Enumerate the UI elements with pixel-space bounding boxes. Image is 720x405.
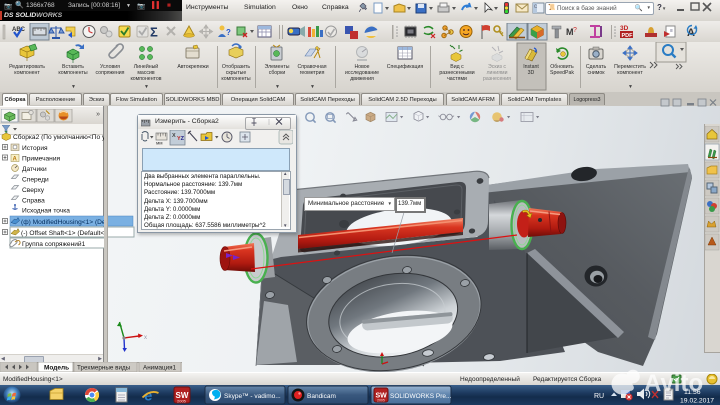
svg-text:2005: 2005 [377, 399, 385, 403]
svg-text:мм: мм [156, 142, 163, 147]
svg-text:История: История [22, 145, 48, 152]
svg-text:Справа: Справа [22, 198, 45, 205]
svg-text:Трехмерные виды: Трехмерные виды [77, 365, 131, 372]
svg-text:3D: 3D [620, 25, 629, 32]
svg-text:Исходная точка: Исходная точка [22, 208, 70, 215]
svg-text:≡: ≡ [670, 28, 673, 34]
svg-text:Σ: Σ [150, 25, 158, 40]
svg-text:Bandicam: Bandicam [307, 393, 336, 400]
svg-text:Анимация1: Анимация1 [143, 365, 177, 372]
svg-text:YZ: YZ [177, 136, 185, 142]
svg-text:2005: 2005 [177, 399, 187, 404]
svg-text:X: X [172, 133, 176, 139]
svg-text:Модель: Модель [44, 365, 69, 372]
svg-text:A: A [13, 157, 18, 163]
svg-text:Спереди: Спереди [22, 177, 49, 184]
svg-text:Сборка2 (По умолчанию<По у: Сборка2 (По умолчанию<По у [13, 133, 106, 141]
svg-text:Датчики: Датчики [22, 166, 47, 173]
svg-text:Skype™ - vadimo...: Skype™ - vadimo... [224, 393, 281, 400]
svg-text:Группа сопряжений1: Группа сопряжений1 [22, 240, 86, 248]
svg-text:x: x [144, 335, 147, 341]
svg-text:Avito: Avito [644, 370, 703, 397]
svg-text:PDF: PDF [622, 33, 634, 39]
svg-text:(ф) ModifiedHousing<1> (De: (ф) ModifiedHousing<1> (De [21, 219, 106, 226]
svg-text:SOLIDWORKS Pre...: SOLIDWORKS Pre... [390, 393, 452, 400]
svg-text:?: ? [226, 28, 231, 37]
svg-text:Примечания: Примечания [22, 156, 60, 163]
svg-text:(-) Offset Shaft<1> (Default<: (-) Offset Shaft<1> (Default< [21, 230, 104, 237]
svg-text:?: ? [573, 27, 577, 34]
svg-text:Сверху: Сверху [22, 187, 45, 194]
